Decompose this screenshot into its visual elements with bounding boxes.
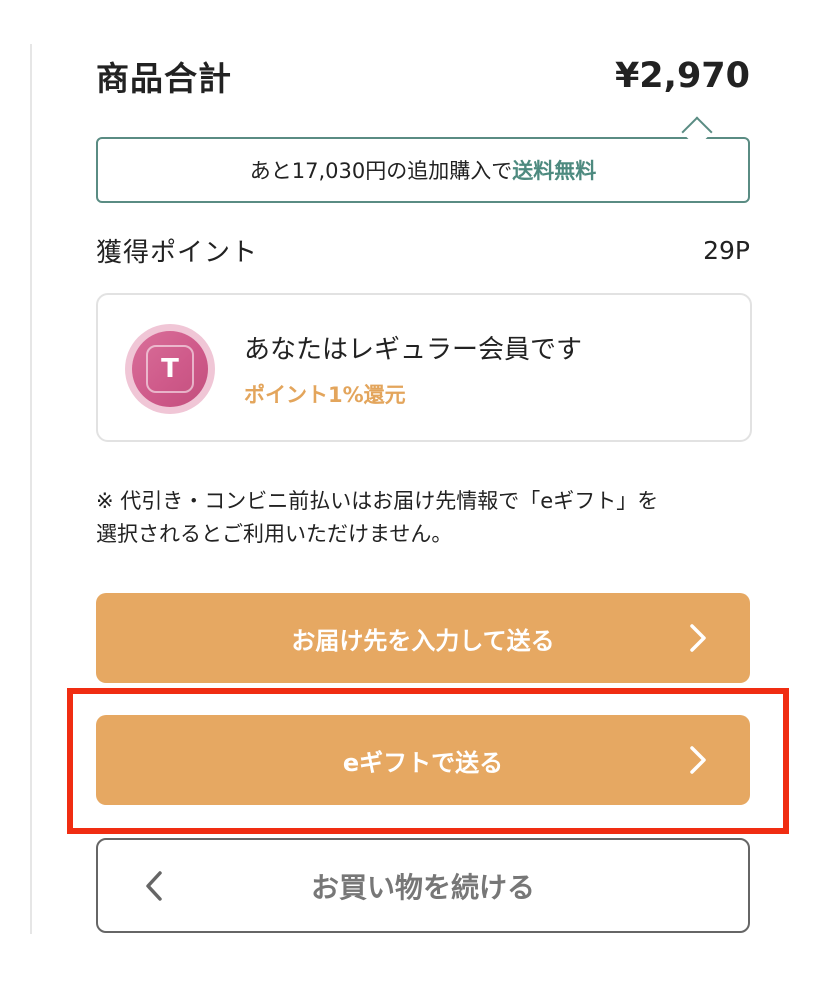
membership-card: T あなたはレギュラー会員です ポイント1%還元 <box>96 293 752 442</box>
subtotal-label: 商品合計 <box>96 59 232 98</box>
earned-points-value: 29P <box>703 235 750 265</box>
coin-letter: T <box>146 345 194 393</box>
payment-note: ※ 代引き・コンビニ前払いはお届け先情報で「eギフト」を 選択されるとご利用いた… <box>96 485 756 551</box>
send-egift-label: eギフトで送る <box>342 748 504 777</box>
payment-note-line2: 選択されるとご利用いただけません。 <box>96 522 453 546</box>
free-shipping-text: あと17,030円の追加購入で <box>249 159 513 183</box>
subtotal-value: ¥2,970 <box>614 56 750 96</box>
free-shipping-notice: あと17,030円の追加購入で 送料無料 <box>96 137 750 203</box>
free-shipping-highlight: 送料無料 <box>512 159 597 183</box>
t-point-coin-icon: T <box>125 324 215 414</box>
payment-note-line1: ※ 代引き・コンビニ前払いはお届け先情報で「eギフト」を <box>96 489 659 513</box>
send-to-address-button[interactable]: お届け先を入力して送る <box>96 593 750 683</box>
membership-points-rate: ポイント1%還元 <box>244 383 406 407</box>
earned-points-row: 獲得ポイント 29P <box>96 228 750 272</box>
chevron-left-icon <box>146 870 162 901</box>
send-egift-button[interactable]: eギフトで送る <box>96 715 750 805</box>
left-divider <box>30 44 32 934</box>
continue-shopping-button[interactable]: お買い物を続ける <box>96 838 750 933</box>
earned-points-label: 獲得ポイント <box>96 237 259 268</box>
send-to-address-label: お届け先を入力して送る <box>291 626 555 655</box>
subtotal-row: 商品合計 ¥2,970 <box>96 52 750 100</box>
membership-title: あなたはレギュラー会員です <box>244 335 583 365</box>
continue-shopping-label: お買い物を続ける <box>310 870 535 904</box>
chevron-right-icon <box>690 624 706 652</box>
chevron-right-icon <box>690 746 706 774</box>
